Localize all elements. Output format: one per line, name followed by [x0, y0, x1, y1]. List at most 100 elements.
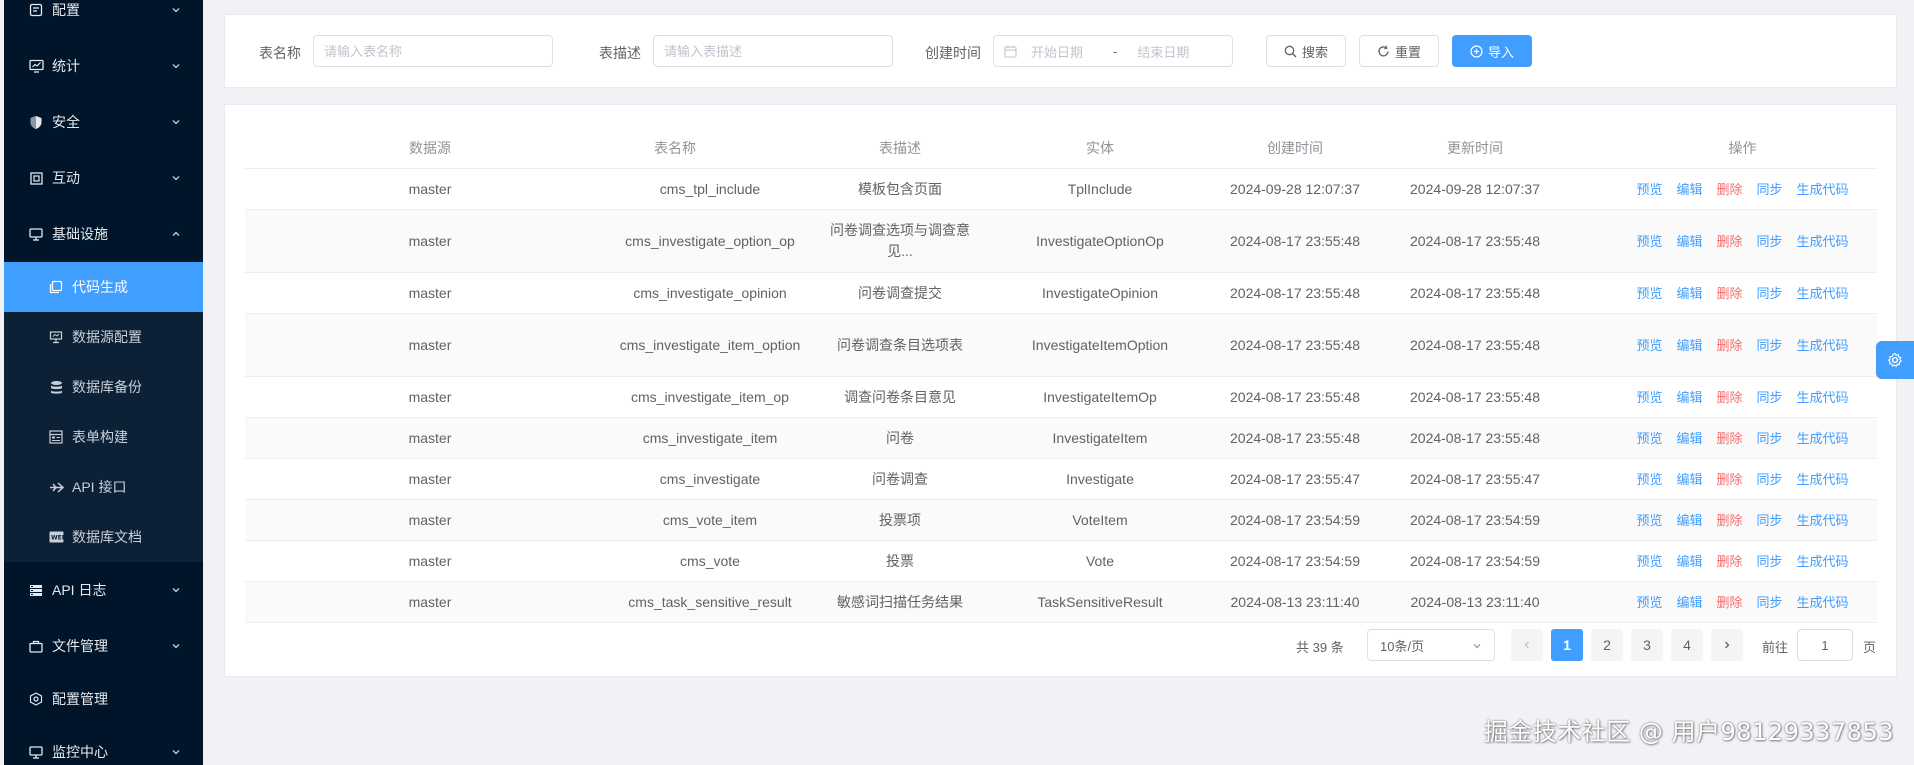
edit-link[interactable]: 编辑: [1676, 510, 1702, 531]
cell-actions: 预览 编辑 删除 同步 生成代码: [1615, 314, 1870, 376]
delete-link[interactable]: 删除: [1716, 510, 1742, 531]
edit-link[interactable]: 编辑: [1676, 283, 1702, 304]
preview-link[interactable]: 预览: [1636, 387, 1662, 408]
sidebar-item-config[interactable]: 配置: [4, 0, 203, 38]
search-button[interactable]: 搜索: [1266, 35, 1346, 67]
reset-button[interactable]: 重置: [1359, 35, 1439, 67]
page-button-3[interactable]: 3: [1631, 629, 1663, 661]
sidebar-item-db-doc[interactable]: WEB 数据库文档: [4, 512, 203, 562]
preview-link[interactable]: 预览: [1636, 335, 1662, 356]
table-desc-input[interactable]: [664, 43, 892, 59]
delete-link[interactable]: 删除: [1716, 428, 1742, 449]
sync-link[interactable]: 同步: [1757, 551, 1783, 572]
sync-link[interactable]: 同步: [1757, 335, 1783, 356]
sync-link[interactable]: 同步: [1757, 283, 1783, 304]
edit-link[interactable]: 编辑: [1676, 335, 1702, 356]
create-time-label: 创建时间: [925, 45, 981, 61]
delete-link[interactable]: 删除: [1716, 231, 1742, 252]
cell-created: 2024-09-28 12:07:37: [1230, 180, 1360, 197]
generate-code-link[interactable]: 生成代码: [1797, 283, 1849, 304]
sync-link[interactable]: 同步: [1757, 469, 1783, 490]
chevron-down-icon: [172, 176, 180, 181]
goto-page-input[interactable]: 1: [1797, 629, 1853, 661]
preview-link[interactable]: 预览: [1636, 510, 1662, 531]
delete-link[interactable]: 删除: [1716, 283, 1742, 304]
cell-source: master: [408, 232, 452, 249]
generate-code-link[interactable]: 生成代码: [1797, 592, 1849, 613]
generate-code-link[interactable]: 生成代码: [1797, 469, 1849, 490]
sidebar-item-file-mgmt[interactable]: 文件管理: [4, 618, 203, 674]
delete-link[interactable]: 删除: [1716, 551, 1742, 572]
chevron-down-icon: [172, 750, 180, 755]
end-date-input[interactable]: 结束日期: [1137, 42, 1189, 61]
cell-updated: 2024-09-28 12:07:37: [1410, 180, 1540, 197]
delete-link[interactable]: 删除: [1716, 179, 1742, 200]
sidebar-item-security[interactable]: 安全: [4, 94, 203, 150]
sidebar-item-config-mgmt[interactable]: 配置管理: [4, 671, 203, 727]
table-desc-label: 表描述: [599, 45, 641, 61]
table-name-input[interactable]: [324, 43, 552, 59]
next-page-button[interactable]: [1711, 629, 1743, 661]
start-date-input[interactable]: 开始日期: [1031, 42, 1083, 61]
page-size-select[interactable]: 10条/页: [1367, 629, 1495, 661]
page-button-2[interactable]: 2: [1591, 629, 1623, 661]
page-button-4[interactable]: 4: [1671, 629, 1703, 661]
preview-link[interactable]: 预览: [1636, 551, 1662, 572]
sidebar-item-form-builder[interactable]: 表单构建: [4, 412, 203, 462]
edit-link[interactable]: 编辑: [1676, 592, 1702, 613]
import-button[interactable]: 导入: [1452, 35, 1532, 67]
edit-link[interactable]: 编辑: [1676, 179, 1702, 200]
api-icon: [48, 479, 64, 495]
sync-link[interactable]: 同步: [1757, 179, 1783, 200]
sidebar-item-db-backup[interactable]: 数据库备份: [4, 362, 203, 412]
table-row: master cms_investigate_item 问卷 InvestigateI…: [245, 418, 1877, 459]
sync-link[interactable]: 同步: [1757, 387, 1783, 408]
preview-link[interactable]: 预览: [1636, 592, 1662, 613]
delete-link[interactable]: 删除: [1716, 592, 1742, 613]
edit-link[interactable]: 编辑: [1676, 469, 1702, 490]
cell-entity: TaskSensitiveResult: [1037, 593, 1163, 610]
edit-link[interactable]: 编辑: [1676, 387, 1702, 408]
preview-link[interactable]: 预览: [1636, 179, 1662, 200]
sidebar-item-api[interactable]: API 接口: [4, 462, 203, 512]
sidebar-item-interaction[interactable]: 互动: [4, 150, 203, 206]
cell-source: master: [408, 284, 452, 301]
settings-float-button[interactable]: [1876, 341, 1914, 379]
preview-link[interactable]: 预览: [1636, 428, 1662, 449]
sidebar-item-stats[interactable]: 统计: [4, 38, 203, 94]
date-range-picker[interactable]: 开始日期 - 结束日期: [993, 35, 1233, 67]
sidebar-item-infrastructure[interactable]: 基础设施: [4, 206, 203, 262]
delete-link[interactable]: 删除: [1716, 469, 1742, 490]
sidebar-item-monitor-center[interactable]: 监控中心: [4, 724, 203, 765]
generate-code-link[interactable]: 生成代码: [1797, 231, 1849, 252]
generate-code-link[interactable]: 生成代码: [1797, 510, 1849, 531]
watermark: 掘金技术社区 @ 用户98129337853: [1483, 718, 1894, 746]
preview-link[interactable]: 预览: [1636, 231, 1662, 252]
preview-link[interactable]: 预览: [1636, 283, 1662, 304]
preview-link[interactable]: 预览: [1636, 469, 1662, 490]
generate-code-link[interactable]: 生成代码: [1797, 179, 1849, 200]
sync-link[interactable]: 同步: [1757, 428, 1783, 449]
sidebar: 配置 统计 安全 互动 基础设施 代码生成 数据源配置 数据库备份 表单构建 A…: [4, 0, 203, 765]
sidebar-item-code-gen[interactable]: 代码生成: [4, 262, 203, 312]
sidebar-item-label: 代码生成: [72, 279, 128, 295]
generate-code-link[interactable]: 生成代码: [1797, 551, 1849, 572]
edit-link[interactable]: 编辑: [1676, 551, 1702, 572]
sidebar-item-datasource[interactable]: 数据源配置: [4, 312, 203, 362]
edit-link[interactable]: 编辑: [1676, 428, 1702, 449]
delete-link[interactable]: 删除: [1716, 387, 1742, 408]
cell-source: master: [408, 511, 452, 528]
generate-code-link[interactable]: 生成代码: [1797, 387, 1849, 408]
sync-link[interactable]: 同步: [1757, 592, 1783, 613]
sync-link[interactable]: 同步: [1757, 231, 1783, 252]
page-button-1[interactable]: 1: [1551, 629, 1583, 661]
generate-code-link[interactable]: 生成代码: [1797, 428, 1849, 449]
edit-link[interactable]: 编辑: [1676, 231, 1702, 252]
delete-link[interactable]: 删除: [1716, 335, 1742, 356]
generate-code-link[interactable]: 生成代码: [1797, 335, 1849, 356]
cell-source: master: [408, 388, 452, 405]
sidebar-item-api-log[interactable]: API 日志: [4, 562, 203, 618]
sync-link[interactable]: 同步: [1757, 510, 1783, 531]
prev-page-button[interactable]: [1511, 629, 1543, 661]
cell-actions: 预览 编辑 删除 同步 生成代码: [1615, 273, 1870, 313]
